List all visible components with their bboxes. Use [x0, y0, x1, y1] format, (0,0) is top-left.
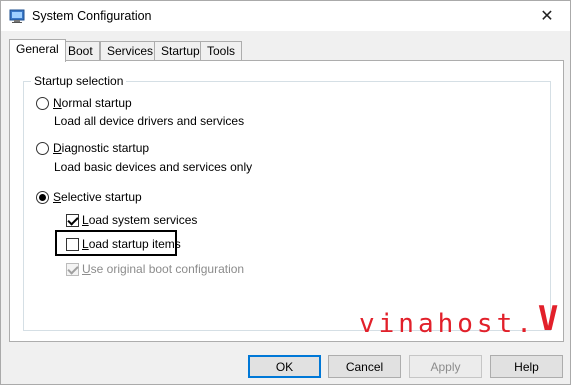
load-system-services-option[interactable]: Load system services — [66, 213, 197, 227]
load-system-services-checkbox[interactable] — [66, 213, 79, 227]
normal-startup-label: Normal startup — [53, 96, 132, 110]
apply-button: Apply — [409, 355, 482, 378]
selective-startup-option[interactable]: Selective startup — [36, 190, 142, 204]
selective-startup-radio[interactable] — [36, 190, 49, 204]
use-original-boot-option: Use original boot configuration — [66, 262, 244, 276]
watermark-logo-mark: V — [537, 299, 563, 339]
diagnostic-startup-description: Load basic devices and services only — [54, 160, 253, 174]
tab-tools[interactable]: Tools — [200, 41, 243, 61]
use-original-boot-checkbox — [66, 262, 79, 276]
use-original-boot-label: Use original boot configuration — [82, 262, 245, 276]
tab-boot[interactable]: Boot — [61, 41, 100, 61]
highlight-annotation-box — [55, 230, 177, 256]
title-bar: System Configuration ✕ — [1, 1, 570, 31]
window-title: System Configuration — [32, 9, 152, 23]
dialog-button-row: OK Cancel Apply Help — [1, 355, 571, 379]
vinahost-watermark: vinahost. V — [359, 299, 562, 339]
load-system-services-label: Load system services — [82, 213, 198, 227]
tab-services[interactable]: Services — [100, 41, 161, 61]
selective-startup-label: Selective startup — [53, 190, 142, 204]
close-button[interactable]: ✕ — [524, 1, 570, 31]
diagnostic-startup-radio[interactable] — [36, 141, 49, 155]
tab-general[interactable]: General — [9, 39, 66, 62]
close-icon: ✕ — [540, 8, 554, 25]
startup-selection-title: Startup selection — [31, 74, 127, 88]
ok-button[interactable]: OK — [248, 355, 321, 378]
watermark-text: vinahost. — [359, 309, 536, 339]
tab-startup[interactable]: Startup — [154, 41, 207, 61]
normal-startup-description: Load all device drivers and services — [54, 114, 245, 128]
help-button[interactable]: Help — [490, 355, 563, 378]
msconfig-app-icon — [9, 8, 25, 24]
normal-startup-option[interactable]: Normal startup — [36, 96, 132, 110]
diagnostic-startup-label: Diagnostic startup — [53, 141, 150, 155]
cancel-button[interactable]: Cancel — [328, 355, 401, 378]
diagnostic-startup-option[interactable]: Diagnostic startup — [36, 141, 149, 155]
normal-startup-radio[interactable] — [36, 96, 49, 110]
system-configuration-window: System Configuration ✕ General Boot Serv… — [0, 0, 571, 385]
tab-strip: General Boot Services Startup Tools — [9, 39, 564, 62]
